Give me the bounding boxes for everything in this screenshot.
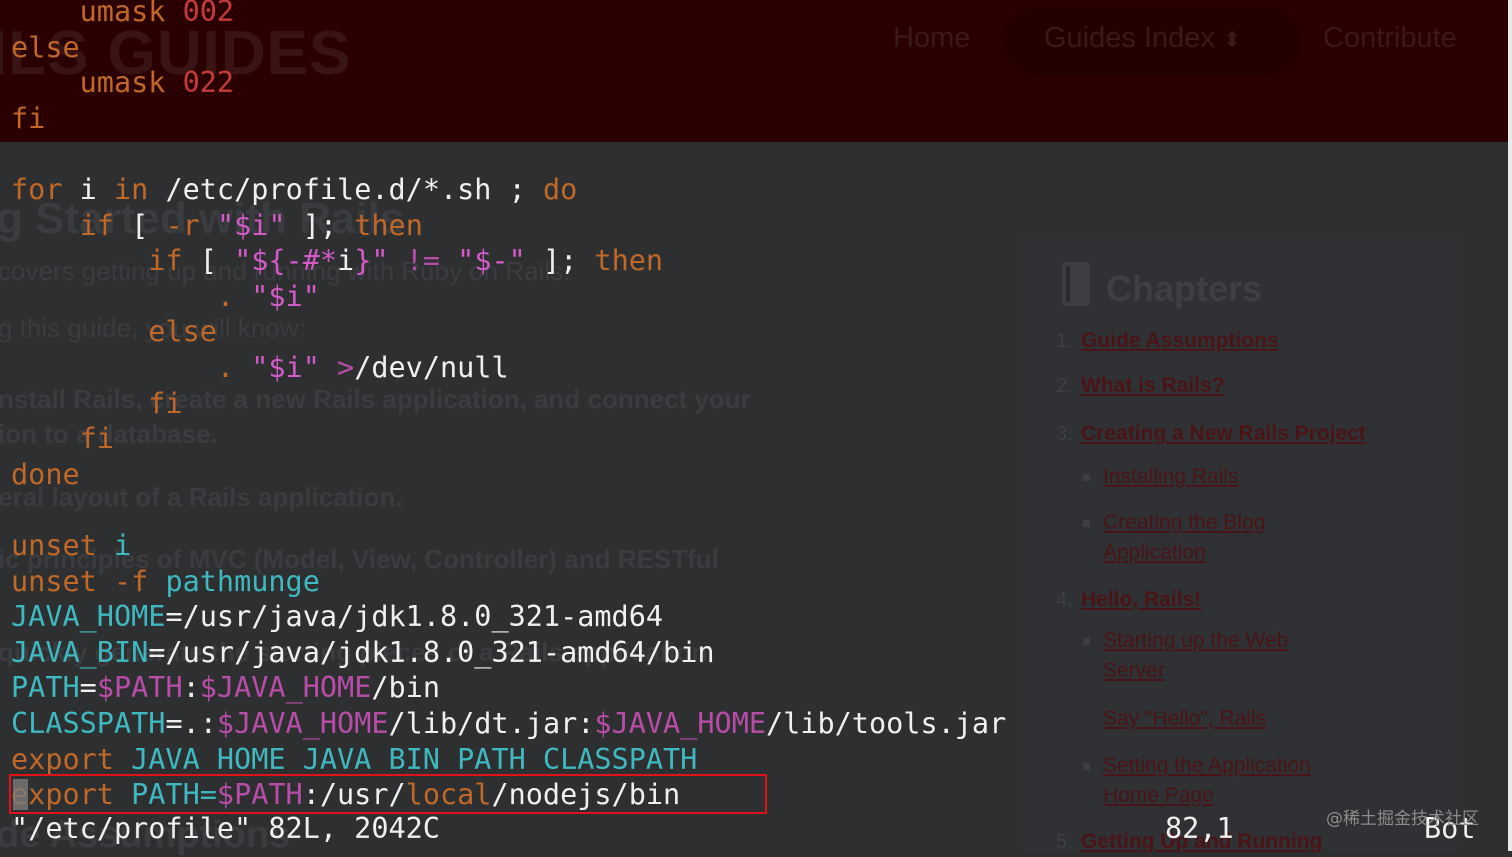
code-line: if [ "${-#*i}" != "$-" ]; then (11, 243, 663, 279)
code-token: i (62, 173, 114, 206)
code-token: else (11, 30, 80, 64)
code-line: fi (11, 101, 45, 137)
code-token: "$-" (457, 244, 526, 278)
vim-terminal[interactable]: umask 002 else umask 022 fi for i in /etc/p… (0, 0, 1512, 851)
code-token: 022 (182, 66, 235, 100)
code-token: /dev/null (354, 351, 509, 384)
watermark: @稀土掘金技术社区 (1326, 809, 1479, 829)
code-token: =.: (165, 707, 217, 740)
code-token: JAVA_BIN (11, 635, 149, 669)
code-token: i (337, 244, 355, 278)
code-line: umask 002 (11, 0, 234, 30)
code-line: if [ -r "$i" ]; then (11, 208, 423, 244)
text-cursor (13, 779, 28, 810)
code-token: unset (11, 529, 97, 562)
code-token: for (11, 173, 63, 206)
code-token: [ (113, 208, 166, 242)
code-token: do (542, 173, 578, 206)
status-cursor-position: 82,1 (1165, 812, 1234, 845)
code-token: : (182, 671, 200, 705)
code-token: else (11, 315, 217, 349)
code-line: JAVA_BIN=/usr/java/jdk1.8.0_321-amd64/bi… (11, 635, 715, 671)
code-token: if (11, 244, 183, 278)
code-token: = (79, 671, 97, 705)
code-token: i (96, 529, 132, 562)
code-token: "${-#* (234, 244, 338, 278)
code-line: . "$i" >/dev/null (11, 350, 509, 386)
code-line: else (11, 314, 217, 350)
code-line: export JAVA_HOME JAVA_BIN PATH CLASSPATH (11, 742, 697, 778)
code-token: umask (11, 0, 183, 28)
code-token: CLASSPATH (11, 707, 166, 740)
code-token: }" (354, 244, 389, 278)
code-token: PATH (11, 671, 80, 705)
code-token: unset (11, 564, 97, 598)
code-token: fi (11, 422, 114, 456)
code-line: fi (11, 386, 183, 422)
code-token: fi (11, 101, 46, 135)
code-token: /etc/profile.d/*.sh ; (148, 173, 543, 206)
code-token: $JAVA_HOME (216, 707, 389, 740)
status-file-info: "/etc/profile" 82L, 2042C (11, 812, 440, 845)
code-token: -r (165, 208, 200, 242)
code-token: /lib/tools.jar (766, 707, 1007, 740)
code-token: export (11, 742, 114, 776)
code-token: umask (11, 66, 183, 100)
code-token: . (11, 351, 252, 384)
code-line: JAVA_HOME=/usr/java/jdk1.8.0_321-amd64 (11, 599, 663, 635)
code-token: =/usr/java/jdk1.8.0_321-amd64/bin (148, 635, 715, 669)
code-line: done (11, 457, 80, 493)
code-token: [ (182, 244, 235, 278)
code-line: else (11, 30, 80, 66)
code-line: . "$i" (11, 279, 320, 315)
code-token: ]; (525, 244, 595, 278)
code-token: =/usr/java/jdk1.8.0_321-amd64 (165, 600, 664, 634)
code-token: "$i" (251, 279, 320, 313)
code-token: pathmunge (165, 564, 320, 598)
code-token: $PATH (96, 671, 183, 705)
code-token: JAVA_HOME JAVA_BIN PATH CLASSPATH (113, 742, 698, 776)
code-token: JAVA_HOME (11, 600, 166, 634)
code-line: CLASSPATH=.:$JAVA_HOME/lib/dt.jar:$JAVA_… (11, 706, 1006, 742)
code-token: fi (11, 386, 183, 420)
code-line: fi (11, 421, 114, 457)
code-line: umask 022 (11, 65, 234, 101)
code-token: "$i" (216, 208, 286, 242)
code-token: > (319, 351, 355, 384)
code-token: -f (96, 564, 166, 598)
code-token: in (113, 173, 149, 206)
code-token: . (11, 279, 252, 313)
code-token: then (594, 244, 664, 278)
code-line: unset -f pathmunge (11, 564, 320, 600)
code-token: done (11, 457, 80, 491)
code-token: $JAVA_HOME (199, 671, 372, 705)
code-token: != (388, 244, 458, 278)
code-token: /bin (371, 671, 441, 705)
highlight-annotation-box (9, 774, 767, 814)
code-token: /lib/dt.jar: (388, 707, 595, 740)
code-token: 002 (182, 0, 235, 28)
code-line: for i in /etc/profile.d/*.sh ; do (11, 172, 577, 208)
code-token: then (354, 208, 423, 242)
code-token: ]; (285, 208, 355, 242)
code-token: if (11, 208, 114, 242)
code-line: unset i (11, 528, 131, 564)
code-token: "$i" (251, 351, 320, 384)
code-token: $JAVA_HOME (594, 707, 767, 740)
code-line: PATH=$PATH:$JAVA_HOME/bin (11, 670, 440, 706)
